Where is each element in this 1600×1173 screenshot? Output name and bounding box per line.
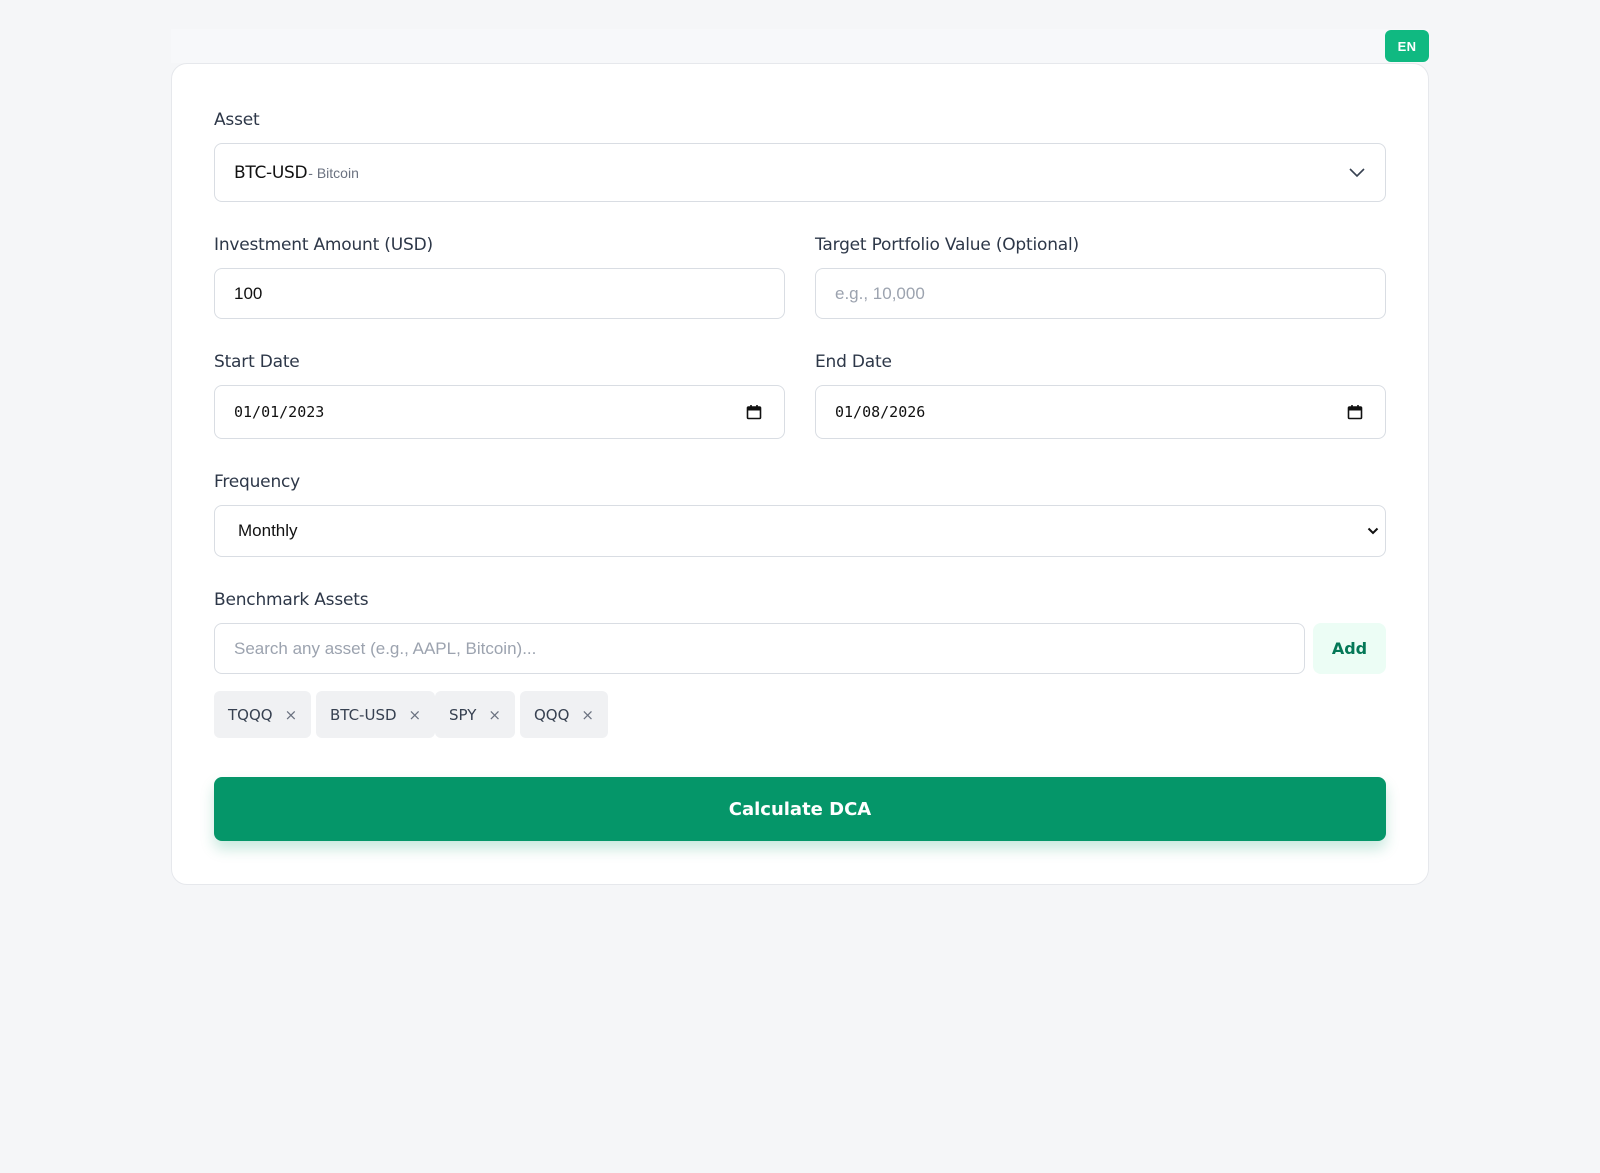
calculate-dca-button[interactable]: Calculate DCA [214,777,1386,841]
benchmark-search-input[interactable]: Search any asset (e.g., AAPL, Bitcoin)..… [214,623,1305,674]
asset-ticker: BTC-USD [234,162,308,183]
chip-label: BTC-USD [330,705,397,724]
chevron-down-icon [1349,167,1365,177]
chevron-down-icon [1367,527,1379,535]
investment-amount-label: Investment Amount (USD) [214,235,433,255]
start-date-input[interactable]: 01/01/2023 [214,385,785,439]
benchmark-chip: TQQQ × [214,691,312,738]
asset-select[interactable]: BTC-USD - Bitcoin [214,143,1386,202]
end-date-value: 01/08/2026 [835,403,926,421]
close-icon[interactable]: × [488,706,501,724]
frequency-value: Monthly [238,521,298,540]
chip-label: SPY [449,705,477,724]
language-button[interactable]: EN [1385,30,1429,62]
target-value-input[interactable]: e.g., 10,000 [815,268,1386,319]
asset-name: - Bitcoin [308,164,359,181]
chip-label: QQQ [534,705,570,724]
frequency-label: Frequency [214,472,301,492]
end-date-input[interactable]: 01/08/2026 [815,385,1386,439]
benchmark-search-placeholder: Search any asset (e.g., AAPL, Bitcoin)..… [234,638,537,658]
target-value-label: Target Portfolio Value (Optional) [815,235,1079,255]
close-icon[interactable]: × [409,706,422,724]
investment-amount-input[interactable]: 100 [214,268,785,319]
start-date-value: 01/01/2023 [234,403,325,421]
close-icon[interactable]: × [285,706,298,724]
investment-amount-value: 100 [234,283,263,303]
top-bar [171,29,1429,63]
close-icon[interactable]: × [581,706,594,724]
calendar-icon[interactable] [746,404,762,420]
add-benchmark-button[interactable]: Add [1313,623,1386,674]
benchmark-chip: SPY × [435,691,515,738]
calendar-icon[interactable] [1347,404,1363,420]
asset-label: Asset [214,110,260,130]
benchmark-chip: QQQ × [520,691,608,738]
benchmark-chip: BTC-USD × [316,691,436,738]
start-date-label: Start Date [214,352,300,372]
benchmark-label: Benchmark Assets [214,590,369,610]
chip-label: TQQQ [228,705,273,724]
end-date-label: End Date [815,352,892,372]
frequency-select[interactable]: Monthly [214,505,1386,557]
target-value-placeholder: e.g., 10,000 [835,283,925,303]
